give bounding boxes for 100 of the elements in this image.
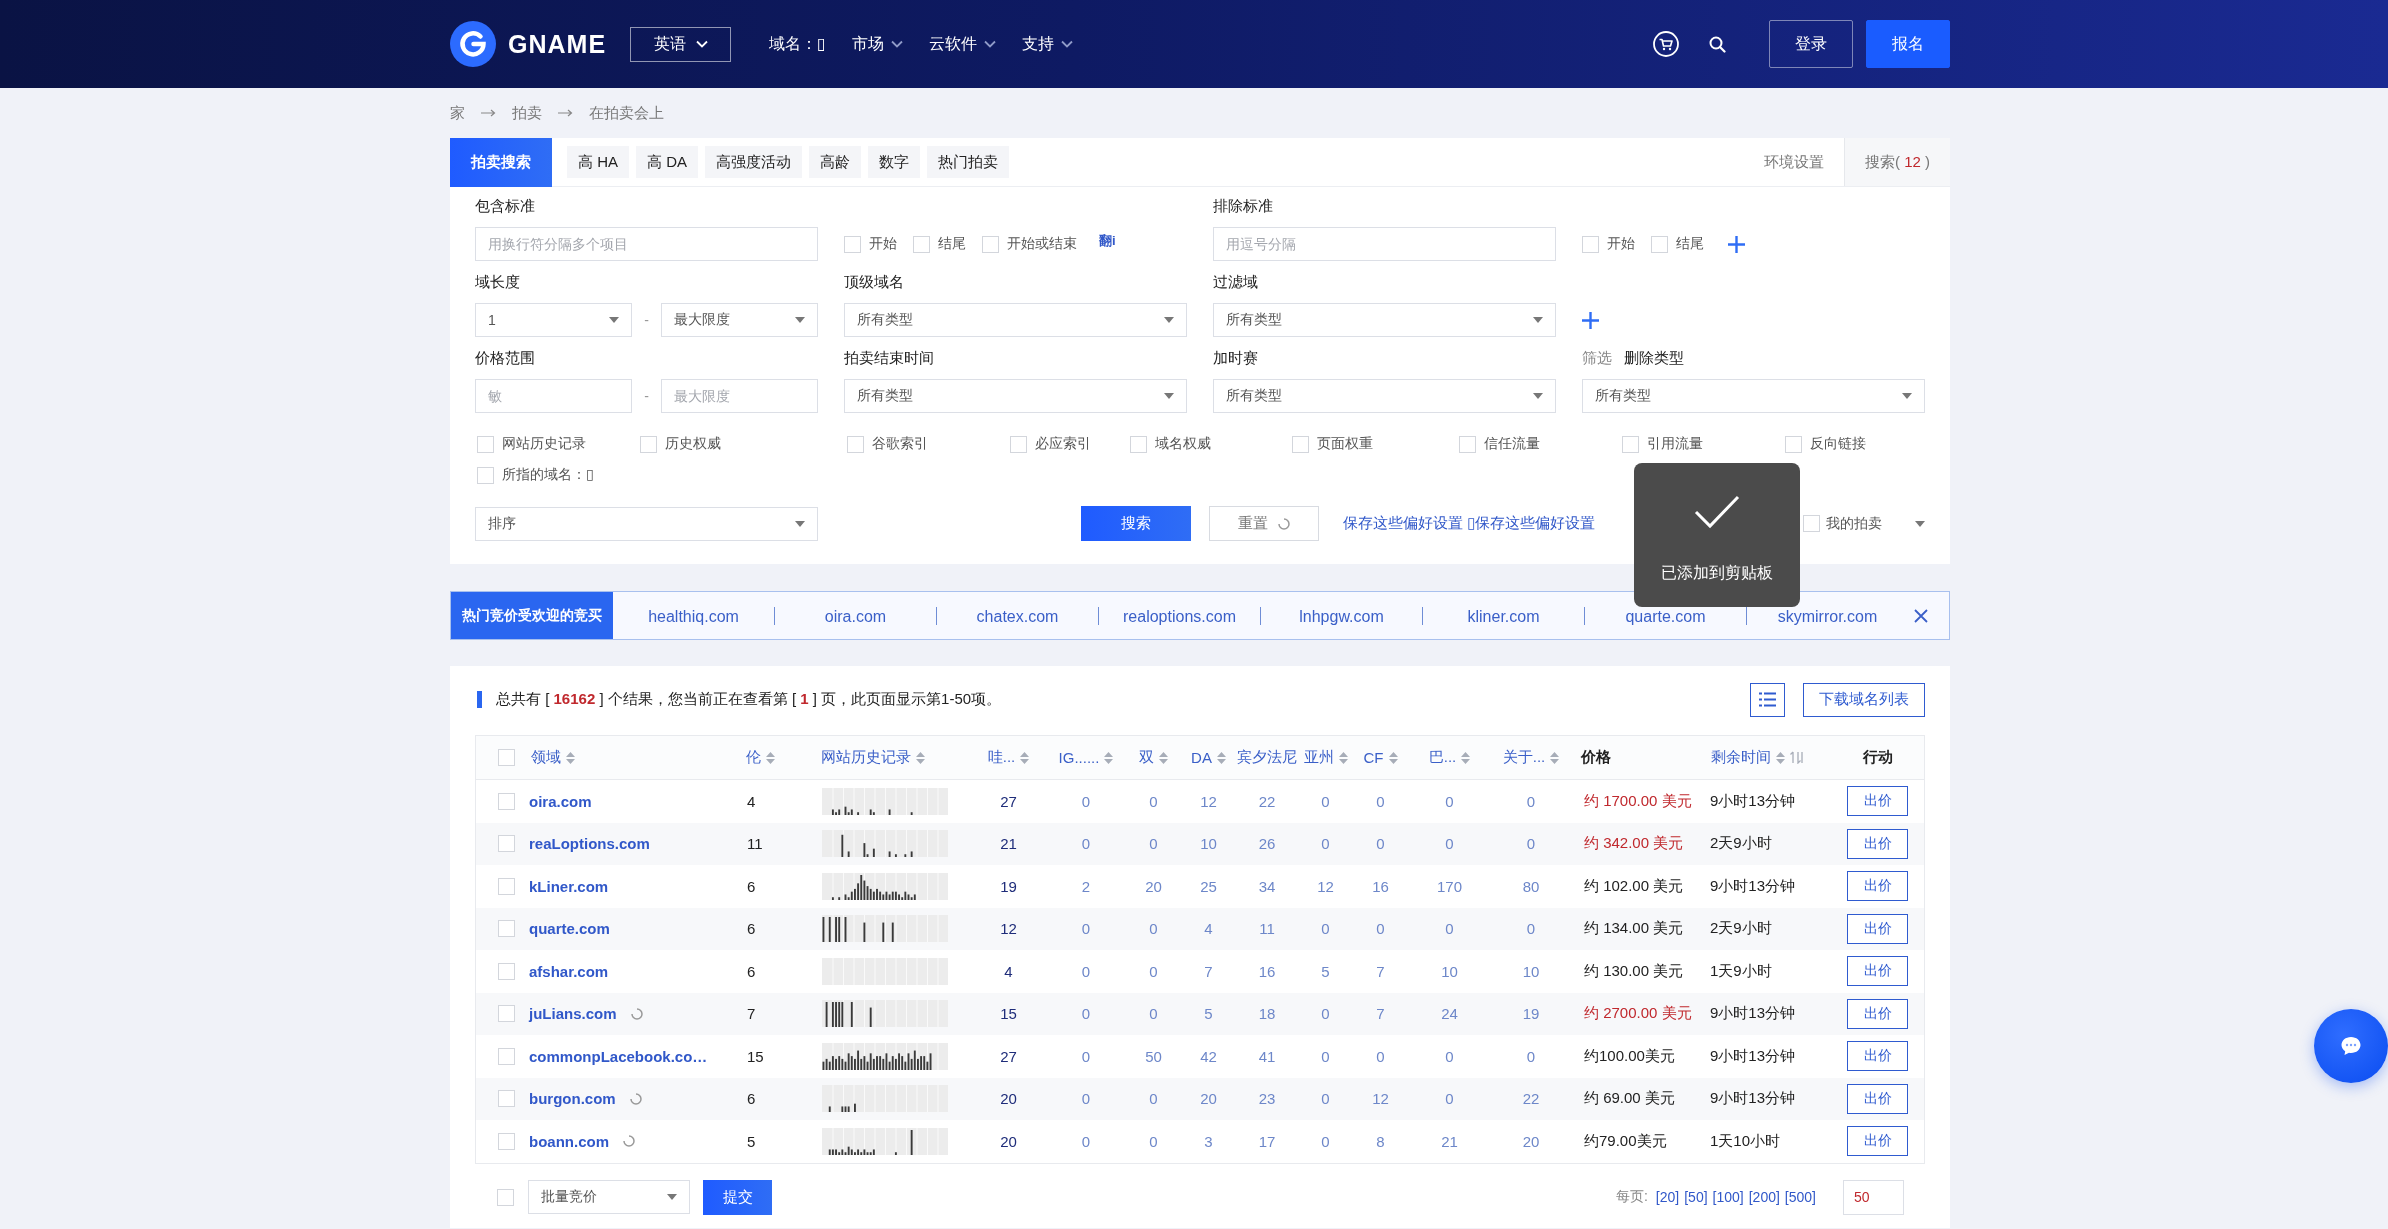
checkbox[interactable] [1130, 435, 1147, 453]
tab[interactable]: 数字 [868, 146, 921, 178]
small-link[interactable]: 翻i [1099, 232, 1116, 250]
page-size-link[interactable]: [500] [1784, 1189, 1816, 1205]
column-header[interactable]: 关于... [1502, 748, 1546, 767]
tab[interactable]: 拍卖搜索 [450, 137, 552, 187]
checkbox[interactable] [498, 1005, 515, 1023]
dropdown[interactable]: 最大限度 [660, 303, 818, 337]
column-header[interactable]: 亚州 [1303, 748, 1334, 767]
domain-link[interactable]: oira.com [775, 607, 936, 626]
dropdown[interactable]: 所有类型 [844, 303, 1187, 337]
checkbox[interactable] [498, 920, 515, 938]
column-header[interactable]: 伦 [746, 748, 761, 767]
list-view-button[interactable] [1750, 682, 1785, 717]
checkbox[interactable] [1582, 235, 1599, 253]
domain-link[interactable]: oira.com [529, 792, 592, 810]
domain-link[interactable]: commonpLacebook.co… [529, 1047, 708, 1065]
checkbox[interactable] [847, 435, 864, 453]
search-button[interactable] [1709, 35, 1726, 53]
bid-button[interactable]: 出价 [1847, 871, 1908, 902]
domain-link[interactable]: kLiner.com [529, 877, 609, 895]
page-size-link[interactable]: [200] [1748, 1189, 1780, 1205]
checkbox[interactable] [477, 435, 494, 453]
breadcrumb-link[interactable]: 家 [450, 103, 465, 123]
tab[interactable]: 高 HA [567, 146, 629, 178]
column-header[interactable]: 宾夕法尼 [1237, 748, 1297, 767]
download-button[interactable]: 下载域名列表 [1803, 682, 1925, 717]
column-header[interactable]: DA [1191, 749, 1212, 766]
column-header[interactable]: IG...... [1058, 749, 1100, 766]
bid-button[interactable]: 出价 [1847, 1041, 1908, 1072]
checkbox[interactable] [498, 1132, 515, 1150]
domain-link[interactable]: healthiq.com [613, 607, 774, 626]
text-input[interactable]: 用逗号分隔 [1213, 227, 1556, 261]
checkbox[interactable] [1651, 235, 1668, 253]
cart-button[interactable] [1653, 31, 1679, 57]
breadcrumb-link[interactable]: 拍卖 [512, 103, 542, 123]
save-preferences-link[interactable]: 保存这些偏好设置 ▯保存这些偏好设置 [1343, 514, 1596, 533]
search-button[interactable]: 搜索 [1081, 506, 1191, 541]
chat-button[interactable] [2314, 1009, 2388, 1083]
page-size-link[interactable]: [20] [1655, 1189, 1680, 1205]
nav-link[interactable]: 云软件 [928, 33, 996, 55]
checkbox[interactable] [844, 235, 861, 253]
checkbox[interactable] [1292, 435, 1309, 453]
settings-link[interactable]: 环境设置 [1764, 152, 1824, 172]
checkbox[interactable] [982, 235, 999, 253]
add-button[interactable] [1582, 311, 1599, 329]
domain-link[interactable]: kliner.com [1423, 607, 1584, 626]
tab[interactable]: 热门拍卖 [927, 146, 1010, 178]
bid-button[interactable]: 出价 [1847, 1083, 1908, 1114]
reset-button[interactable]: 重置 [1209, 506, 1319, 541]
checkbox[interactable] [498, 749, 515, 766]
column-header[interactable]: 剩余时间 [1711, 748, 1771, 767]
domain-link[interactable]: skymirror.com [1747, 607, 1908, 626]
domain-link[interactable]: boann.com [529, 1132, 609, 1150]
domain-link[interactable]: quarte.com [1585, 607, 1746, 626]
dropdown[interactable]: 1 [475, 303, 633, 337]
domain-link[interactable]: lnhpgw.com [1261, 607, 1422, 626]
language-select[interactable]: 英语 [630, 26, 732, 62]
domain-link[interactable]: realoptions.com [1099, 607, 1260, 626]
bid-button[interactable]: 出价 [1847, 956, 1908, 987]
checkbox[interactable] [477, 466, 494, 484]
add-button[interactable] [1728, 235, 1745, 253]
domain-link[interactable]: chatex.com [937, 607, 1098, 626]
column-header[interactable]: 领域 [531, 748, 561, 767]
dropdown[interactable]: 所有类型 [1213, 379, 1556, 413]
column-header[interactable]: 网站历史记录 [821, 748, 911, 767]
tab[interactable]: 高 DA [636, 146, 699, 178]
checkbox[interactable] [640, 435, 657, 453]
bid-button[interactable]: 出价 [1847, 828, 1908, 859]
bid-button[interactable]: 出价 [1847, 998, 1908, 1029]
checkbox[interactable] [498, 962, 515, 980]
domain-link[interactable]: reaLoptions.com [529, 835, 650, 853]
checkbox[interactable] [498, 792, 515, 810]
column-header[interactable]: 哇... [987, 748, 1016, 767]
signup-button[interactable]: 报名 [1866, 20, 1950, 68]
dropdown[interactable]: 所有类型 [1582, 379, 1925, 413]
domain-link[interactable]: quarte.com [529, 920, 610, 938]
checkbox[interactable] [498, 877, 515, 895]
checkbox[interactable] [1459, 435, 1476, 453]
nav-link[interactable]: 支持 [1021, 33, 1073, 55]
nav-link[interactable]: 域名：▯ [769, 33, 826, 55]
text-input[interactable]: 用换行符分隔多个项目 [475, 227, 818, 261]
dropdown[interactable]: 排序 [475, 506, 818, 541]
dropdown[interactable]: 批量竞价 [528, 1180, 690, 1214]
checkbox[interactable] [1010, 435, 1027, 453]
page-size-link[interactable]: [50] [1684, 1189, 1708, 1205]
nav-link[interactable]: 市场 [851, 33, 903, 55]
bid-button[interactable]: 出价 [1847, 1126, 1908, 1157]
checkbox[interactable] [498, 1090, 515, 1108]
page-size-input[interactable]: 50 [1843, 1179, 1904, 1215]
checkbox[interactable] [498, 835, 515, 853]
text-input[interactable]: 敏 [475, 379, 633, 413]
saved-searches-tab[interactable]: 搜索( 12 ) [1844, 138, 1950, 186]
checkbox[interactable] [498, 1047, 515, 1065]
bid-button[interactable]: 出价 [1847, 786, 1908, 817]
domain-link[interactable]: afshar.com [529, 962, 609, 980]
caret-icon[interactable] [1915, 520, 1925, 527]
login-button[interactable]: 登录 [1769, 20, 1853, 68]
domain-link[interactable]: burgon.com [529, 1090, 616, 1108]
submit-button[interactable]: 提交 [703, 1179, 772, 1215]
